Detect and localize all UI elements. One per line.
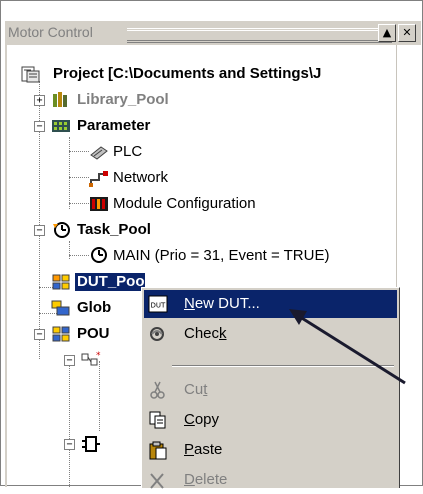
tree-line-task [69, 241, 70, 259]
plc-label: PLC [113, 143, 143, 160]
pou-group-icon: * [81, 351, 101, 366]
network-label: Network [113, 169, 169, 186]
delete-accel: D [184, 471, 195, 488]
tree-line-pou-child [99, 361, 100, 431]
tree-hline-main [69, 255, 89, 256]
svg-text:*: * [96, 351, 101, 361]
dut-pool-icon [52, 274, 70, 290]
left-border [5, 45, 7, 487]
task-pool-icon [53, 222, 70, 238]
tree-line-parameter [69, 137, 70, 209]
collapse-pou-child-2-icon[interactable]: − [64, 439, 75, 450]
module-configuration-icon [90, 197, 108, 211]
project-label: Project [C:\Documents and Settings\J [53, 65, 322, 82]
motor-control-window: Motor Control ▲ ✕ Project [C:\Documents … [0, 0, 423, 489]
paste-accel: P [184, 441, 195, 458]
menu-item-paste[interactable]: Paste [144, 436, 397, 464]
paste-label-post: aste [194, 441, 223, 458]
pou-icon [52, 326, 70, 342]
check-accel: k [219, 325, 227, 342]
pou-label: POU [77, 325, 110, 342]
tree-line-pou [69, 355, 70, 487]
copy-label-post: opy [194, 411, 220, 428]
check-icon [150, 327, 164, 341]
drag-grip[interactable] [127, 28, 392, 43]
library-pool-label: Library_Pool [77, 91, 169, 108]
check-label-pre: Chec [184, 325, 220, 342]
svg-text:DUT: DUT [151, 302, 167, 310]
tree-hline-module [69, 203, 89, 204]
dut-pool-label: DUT_Pool [77, 273, 149, 290]
parameter-label: Parameter [77, 117, 151, 134]
collapse-pou-child-1-icon[interactable]: − [64, 355, 75, 366]
collapse-pou-icon[interactable]: − [34, 329, 45, 340]
minimize-button[interactable]: ▲ [378, 24, 396, 42]
menu-item-delete[interactable]: Delete [144, 466, 397, 494]
copy-icon [149, 411, 166, 429]
cut-accel: t [203, 381, 208, 398]
tree-hline-network [69, 177, 89, 178]
main-task-label: MAIN (Prio = 31, Event = TRUE) [113, 247, 330, 264]
copy-accel: C [184, 411, 195, 428]
parameter-icon [52, 120, 70, 132]
paste-icon [149, 441, 167, 460]
library-icon [53, 92, 67, 107]
window-title: Motor Control [8, 24, 93, 40]
project-icon [21, 66, 40, 83]
expand-library-icon[interactable]: + [34, 95, 45, 106]
delete-icon [150, 473, 164, 489]
scissors-icon [150, 381, 165, 399]
network-icon [89, 171, 108, 187]
plc-icon [90, 146, 108, 160]
collapse-task-pool-icon[interactable]: − [34, 225, 45, 236]
annotation-arrow [289, 309, 406, 385]
clock-icon [91, 247, 107, 263]
close-button[interactable]: ✕ [398, 24, 416, 42]
global-label: Glob [77, 299, 112, 316]
new-dut-accel: N [184, 295, 195, 312]
new-dut-label-post: ew DUT... [194, 295, 260, 312]
tree-hline-plc [69, 151, 89, 152]
global-icon [51, 300, 70, 316]
module-configuration-label: Module Configuration [113, 195, 256, 212]
function-block-icon [82, 436, 100, 452]
delete-label-post: elete [194, 471, 228, 488]
menu-item-copy[interactable]: Copy [144, 406, 397, 434]
collapse-parameter-icon[interactable]: − [34, 121, 45, 132]
title-bar[interactable]: Motor Control ▲ ✕ [5, 21, 421, 45]
task-pool-label: Task_Pool [77, 221, 151, 238]
cut-label-pre: Cu [184, 381, 204, 398]
new-dut-icon: DUT [148, 295, 168, 313]
